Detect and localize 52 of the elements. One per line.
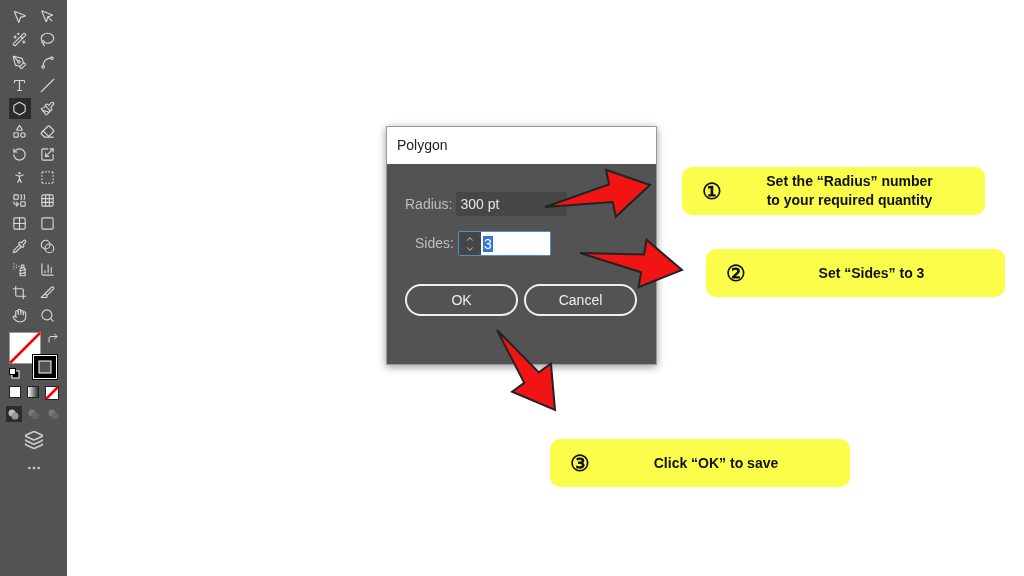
radius-label: Radius: xyxy=(405,194,453,214)
lasso-icon xyxy=(40,32,55,47)
gradient-button[interactable] xyxy=(26,386,39,398)
knife-icon xyxy=(40,285,55,300)
eraser-icon xyxy=(40,124,55,139)
line-icon xyxy=(40,78,55,93)
stroke-swatch[interactable] xyxy=(31,354,58,380)
color-button[interactable] xyxy=(8,386,21,398)
blend-icon xyxy=(40,239,55,254)
spray-can-icon xyxy=(12,262,27,277)
default-colors-icon[interactable] xyxy=(8,368,20,379)
cancel-button[interactable]: Cancel xyxy=(524,284,637,316)
eyedropper-icon xyxy=(12,239,27,254)
sides-label: Sides: xyxy=(415,234,454,253)
curve-pen-icon xyxy=(40,55,55,70)
polygon-icon xyxy=(12,101,27,116)
grid-icon xyxy=(40,193,55,208)
swap-icon[interactable] xyxy=(46,332,59,344)
pointer-icon xyxy=(40,9,55,24)
step-number: ① xyxy=(702,177,723,206)
dialog-title: Polygon xyxy=(397,136,448,155)
callout-text: Set the “Radius” number to your required quantity xyxy=(765,172,934,210)
shapes-icon xyxy=(12,124,27,139)
callout-text: Set “Sides” to 3 xyxy=(817,263,926,283)
scale-icon xyxy=(40,147,55,162)
pen-icon xyxy=(12,55,27,70)
magic-wand-icon xyxy=(12,32,27,47)
draw-mode-button[interactable] xyxy=(5,406,22,422)
tool-button[interactable] xyxy=(8,98,31,119)
none-button[interactable] xyxy=(44,386,59,400)
radius-field[interactable]: 300 pt xyxy=(456,192,568,216)
crop-icon xyxy=(12,285,27,300)
hand-icon xyxy=(12,308,27,323)
paintbrush-icon xyxy=(40,101,55,116)
screen-mode-icon[interactable] xyxy=(23,430,44,450)
ok-button[interactable]: OK xyxy=(405,284,518,316)
rotate-icon xyxy=(12,147,27,162)
circles-icon xyxy=(48,408,59,420)
step-number: ③ xyxy=(570,449,591,478)
dashed-square-icon xyxy=(40,170,55,185)
circles-icon xyxy=(28,408,39,420)
callout-text: Click “OK” to save xyxy=(652,453,780,473)
step-number: ② xyxy=(726,259,747,288)
circles-icon xyxy=(8,408,19,420)
figure-icon xyxy=(12,170,27,185)
type-icon xyxy=(12,78,27,93)
pointer-icon xyxy=(12,9,27,24)
fill-none-swatch[interactable] xyxy=(8,332,41,364)
combine-icon xyxy=(12,193,27,208)
mesh-icon xyxy=(12,216,27,231)
search-icon xyxy=(40,308,55,323)
bar-chart-icon xyxy=(40,262,55,277)
